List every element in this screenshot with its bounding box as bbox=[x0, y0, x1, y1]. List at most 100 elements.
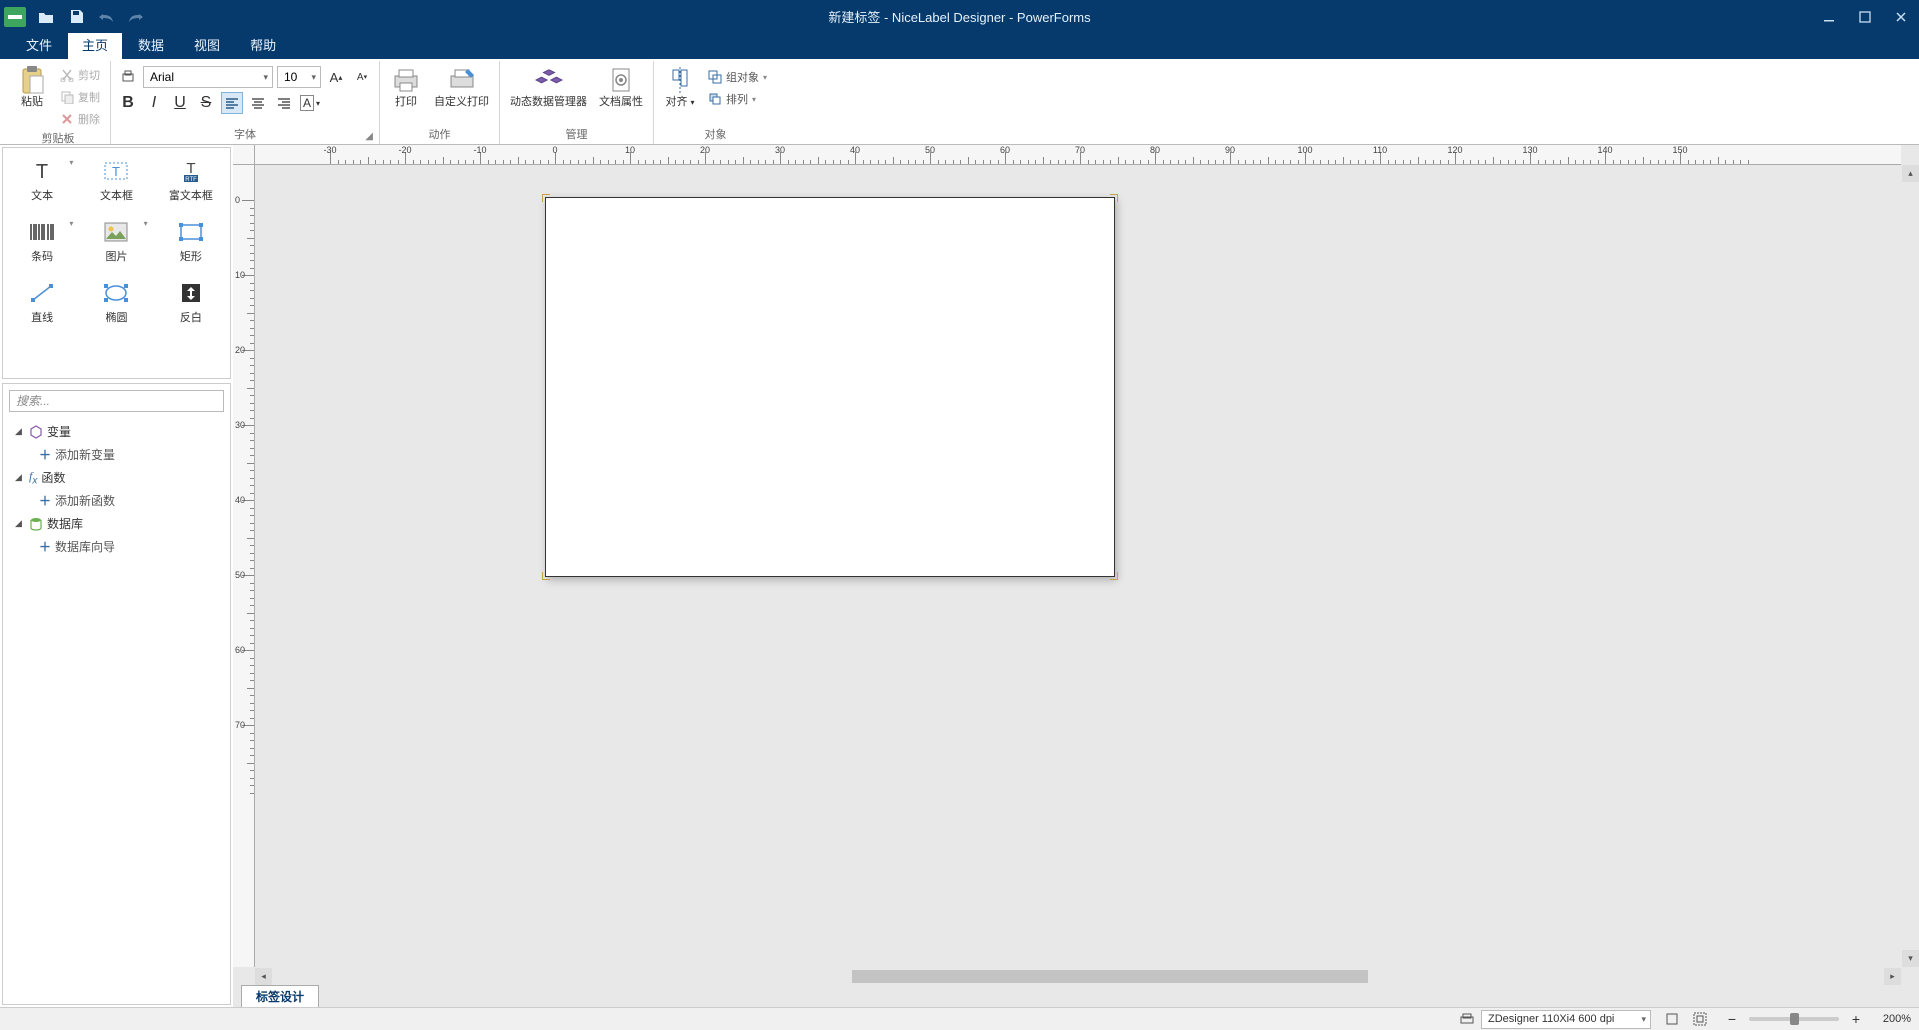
horizontal-scrollbar[interactable]: ◂ ▸ bbox=[255, 968, 1901, 985]
tree-variables[interactable]: ◢变量 bbox=[9, 420, 224, 443]
tool-textbox[interactable]: T文本框 bbox=[79, 152, 153, 209]
font-color-button[interactable]: A▾ bbox=[299, 92, 321, 114]
dynamic-data-button[interactable]: 动态数据管理器 bbox=[506, 64, 591, 110]
underline-button[interactable]: U bbox=[169, 92, 191, 114]
tool-text[interactable]: ▾T文本 bbox=[5, 152, 79, 209]
align-right-button[interactable] bbox=[273, 92, 295, 114]
svg-text:T: T bbox=[186, 160, 195, 177]
scroll-left-button[interactable]: ◂ bbox=[255, 968, 272, 985]
vertical-scrollbar[interactable]: ▴ ▾ bbox=[1902, 165, 1919, 967]
tab-data[interactable]: 数据 bbox=[124, 31, 178, 59]
app-icon bbox=[4, 7, 26, 27]
group-font-label: 字体 bbox=[234, 129, 256, 141]
zoom-out-button[interactable]: − bbox=[1721, 1008, 1743, 1030]
align-button[interactable]: 对齐 ▾ bbox=[660, 64, 700, 110]
line-icon bbox=[28, 280, 56, 306]
group-objects-button[interactable]: 组对象 ▾ bbox=[704, 66, 771, 88]
printer-icon bbox=[1459, 1012, 1475, 1026]
font-shrink-button[interactable]: A▾ bbox=[351, 66, 373, 88]
paste-button[interactable]: 粘贴 bbox=[12, 64, 52, 110]
horizontal-ruler[interactable]: -30-20-100102030405060708090100110120130… bbox=[255, 145, 1901, 165]
printer-brush-icon bbox=[448, 66, 476, 94]
textbox-icon: T bbox=[102, 158, 130, 184]
chevron-down-icon: ▾ bbox=[144, 219, 148, 228]
zoom-slider[interactable] bbox=[1749, 1017, 1839, 1021]
printer-select[interactable]: ZDesigner 110Xi4 600 dpi bbox=[1481, 1010, 1651, 1029]
tree-add-function[interactable]: ＋添加新函数 bbox=[9, 489, 224, 512]
scroll-up-button[interactable]: ▴ bbox=[1902, 165, 1919, 182]
function-icon: fx bbox=[29, 469, 37, 486]
tab-help[interactable]: 帮助 bbox=[236, 31, 290, 59]
group-manage-label: 管理 bbox=[506, 126, 647, 144]
window-title: 新建标签 - NiceLabel Designer - PowerForms bbox=[828, 7, 1090, 26]
align-center-button[interactable] bbox=[247, 92, 269, 114]
arrange-button[interactable]: 排列 ▾ bbox=[704, 88, 771, 110]
font-grow-button[interactable]: A▴ bbox=[325, 66, 347, 88]
copy-button[interactable]: 复制 bbox=[56, 86, 104, 108]
document-gear-icon bbox=[607, 66, 635, 94]
print-button[interactable]: 打印 bbox=[386, 64, 426, 110]
search-input[interactable] bbox=[9, 390, 224, 412]
close-button[interactable] bbox=[1883, 0, 1919, 33]
bold-button[interactable]: B bbox=[117, 92, 139, 114]
design-viewport[interactable] bbox=[255, 165, 1901, 967]
tool-barcode[interactable]: ▾条码 bbox=[5, 213, 79, 270]
canvas-area: -30-20-100102030405060708090100110120130… bbox=[233, 145, 1919, 1007]
svg-text:T: T bbox=[36, 161, 48, 182]
tool-ellipse[interactable]: 椭圆 bbox=[79, 274, 153, 331]
cut-button[interactable]: 剪切 bbox=[56, 64, 104, 86]
tool-line[interactable]: 直线 bbox=[5, 274, 79, 331]
zoom-to-objects-button[interactable] bbox=[1689, 1008, 1711, 1030]
italic-button[interactable]: I bbox=[143, 92, 165, 114]
zoom-in-button[interactable]: + bbox=[1845, 1008, 1867, 1030]
zoom-slider-handle[interactable] bbox=[1790, 1013, 1799, 1025]
font-size-select[interactable]: 10 bbox=[277, 66, 321, 88]
align-objects-icon bbox=[666, 66, 694, 94]
text-icon: T bbox=[28, 158, 56, 184]
qat-redo-button[interactable] bbox=[124, 5, 148, 29]
ruler-corner bbox=[233, 145, 255, 165]
doc-props-button[interactable]: 文档属性 bbox=[595, 64, 647, 110]
scroll-down-button[interactable]: ▾ bbox=[1902, 950, 1919, 967]
tool-richtext[interactable]: TRTF富文本框 bbox=[154, 152, 228, 209]
maximize-button[interactable] bbox=[1847, 0, 1883, 33]
tree-databases[interactable]: ◢数据库 bbox=[9, 512, 224, 535]
qat-undo-button[interactable] bbox=[94, 5, 118, 29]
tab-view[interactable]: 视图 bbox=[180, 31, 234, 59]
image-icon bbox=[102, 219, 130, 245]
database-icon bbox=[29, 517, 43, 531]
qat-open-button[interactable] bbox=[34, 5, 58, 29]
doctab-label-design[interactable]: 标签设计 bbox=[241, 985, 319, 1007]
font-dialog-launcher[interactable]: ◢ bbox=[365, 131, 373, 142]
svg-text:T: T bbox=[113, 164, 121, 179]
rectangle-icon bbox=[177, 219, 205, 245]
tool-rect[interactable]: 矩形 bbox=[154, 213, 228, 270]
align-left-button[interactable] bbox=[221, 92, 243, 114]
printer-fonts-button[interactable] bbox=[117, 66, 139, 88]
label-page[interactable] bbox=[545, 197, 1115, 577]
font-name-select[interactable]: Arial bbox=[143, 66, 273, 88]
scroll-right-button[interactable]: ▸ bbox=[1884, 968, 1901, 985]
strike-button[interactable]: S bbox=[195, 92, 217, 114]
paste-label: 粘贴 bbox=[21, 96, 43, 108]
svg-text:RTF: RTF bbox=[185, 177, 197, 183]
data-panel: ◢变量 ＋添加新变量 ◢fx函数 ＋添加新函数 ◢数据库 ＋数据库向导 bbox=[2, 383, 231, 1005]
tree-add-variable[interactable]: ＋添加新变量 bbox=[9, 443, 224, 466]
ribbon-tabstrip: 文件 主页 数据 视图 帮助 bbox=[0, 33, 1919, 59]
zoom-fit-button[interactable] bbox=[1661, 1008, 1683, 1030]
tool-invert[interactable]: 反白 bbox=[154, 274, 228, 331]
vertical-ruler[interactable]: 010203040506070 bbox=[233, 165, 255, 967]
delete-button[interactable]: 删除 bbox=[56, 108, 104, 130]
tool-image[interactable]: ▾图片 bbox=[79, 213, 153, 270]
tab-file[interactable]: 文件 bbox=[12, 31, 66, 59]
tab-home[interactable]: 主页 bbox=[68, 31, 122, 59]
zoom-readout: 200% bbox=[1873, 1013, 1911, 1025]
barcode-icon bbox=[28, 219, 56, 245]
titlebar: 新建标签 - NiceLabel Designer - PowerForms bbox=[0, 0, 1919, 33]
scrollbar-thumb[interactable] bbox=[852, 970, 1368, 983]
qat-save-button[interactable] bbox=[64, 5, 88, 29]
custom-print-button[interactable]: 自定义打印 bbox=[430, 64, 493, 110]
tree-functions[interactable]: ◢fx函数 bbox=[9, 466, 224, 489]
tree-db-wizard[interactable]: ＋数据库向导 bbox=[9, 535, 224, 558]
minimize-button[interactable] bbox=[1811, 0, 1847, 33]
